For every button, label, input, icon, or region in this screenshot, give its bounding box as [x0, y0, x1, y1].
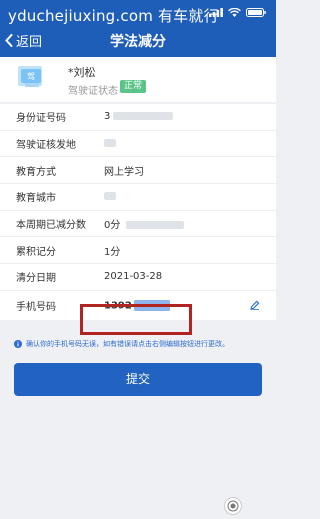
- license-issuer-label: 驾驶证核发地: [16, 140, 76, 152]
- education-city-label: 教育城市: [16, 193, 56, 205]
- clear-date-label: 清分日期: [16, 273, 56, 285]
- signal-icon: [209, 8, 223, 17]
- clear-date-value: 2021-03-28: [104, 271, 163, 283]
- row-clear-date: 清分日期 2021-03-28: [0, 264, 276, 291]
- education-city-value: [104, 191, 116, 202]
- driver-license-icon: 驾: [18, 66, 42, 87]
- accumulated-points-label: 累积记分: [16, 246, 56, 258]
- avatar-badge-text: 驾: [27, 71, 35, 81]
- education-method-label: 教育方式: [16, 166, 56, 178]
- phone-highlight-box: [80, 304, 192, 335]
- wifi-icon: [228, 8, 241, 17]
- license-issuer-value: [104, 138, 116, 149]
- id-number-value: 3: [104, 111, 174, 122]
- deducted-points-value: 0分: [104, 216, 185, 231]
- row-deducted-points: 本周期已减分数 0分: [0, 211, 276, 238]
- edit-pencil-icon[interactable]: [250, 300, 260, 310]
- deducted-points-label: 本周期已减分数: [16, 220, 86, 232]
- assistive-touch-button[interactable]: [224, 497, 242, 515]
- nav-bar: 返回 学法减分: [0, 29, 276, 55]
- phone-number-label: 手机号码: [16, 301, 56, 313]
- license-avatar: 驾: [12, 63, 50, 93]
- status-badge: 正常: [120, 80, 147, 93]
- row-education-method: 教育方式 网上学习: [0, 157, 276, 185]
- page-title: 学法减分: [110, 34, 166, 50]
- info-list: 身份证号码 3 驾驶证核发地 教育方式 网上学习 教育城市 本周期已减分数 0分…: [0, 104, 276, 321]
- assistive-touch-icon: [227, 500, 239, 512]
- row-license-issuer: 驾驶证核发地: [0, 131, 276, 158]
- phone-notice: 确认你的手机号码无误，如有错误请点击右侧编辑按钮进行更改。: [14, 339, 270, 349]
- submit-button[interactable]: 提交: [14, 363, 262, 396]
- status-bar-icons: [209, 8, 266, 17]
- profile-card: 驾 *刘松 驾驶证状态 正常: [0, 57, 276, 102]
- education-method-value: 网上学习: [104, 166, 144, 178]
- accumulated-points-value: 1分: [104, 246, 121, 258]
- row-accumulated-points: 累积记分 1分: [0, 237, 276, 265]
- notice-text: 确认你的手机号码无误，如有错误请点击右侧编辑按钮进行更改。: [26, 340, 229, 348]
- info-icon: [14, 340, 22, 348]
- row-id-number: 身份证号码 3: [0, 104, 276, 131]
- license-status-label: 驾驶证状态: [68, 86, 118, 97]
- driver-name: *刘松: [68, 66, 96, 79]
- watermark-text: yduchejiuxing.com 有车就行: [8, 7, 219, 25]
- app-header: yduchejiuxing.com 有车就行 返回 学法减分: [0, 0, 276, 57]
- row-education-city: 教育城市: [0, 184, 276, 211]
- id-number-label: 身份证号码: [16, 113, 66, 125]
- battery-icon: [246, 8, 266, 17]
